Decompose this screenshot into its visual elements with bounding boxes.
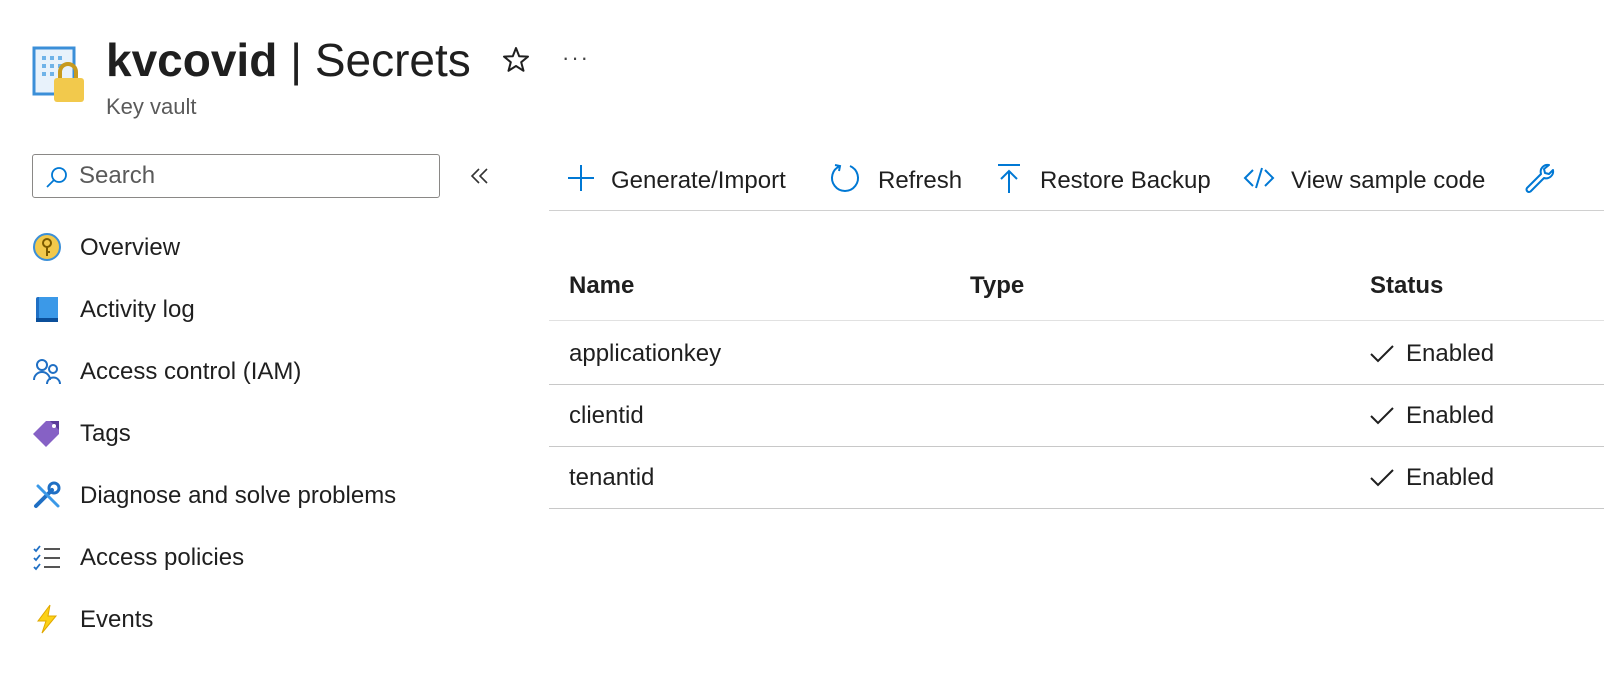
- sidebar-item-access-control[interactable]: Access control (IAM): [0, 346, 530, 396]
- sidebar-item-overview[interactable]: Overview: [0, 222, 530, 272]
- lightning-icon: [37, 604, 58, 634]
- table-row[interactable]: clientid Enabled: [549, 384, 1604, 447]
- generate-import-label: Generate/Import: [611, 167, 786, 194]
- search-box[interactable]: [32, 154, 440, 198]
- table-header: Name Type Status: [549, 258, 1604, 321]
- code-icon: [1243, 167, 1275, 189]
- secret-name[interactable]: tenantid: [569, 464, 654, 492]
- sidebar-item-label: Tags: [80, 420, 131, 447]
- upload-arrow-icon: [998, 164, 1020, 193]
- view-sample-code-label: View sample code: [1291, 167, 1486, 194]
- refresh-label: Refresh: [878, 167, 963, 194]
- page-title: kvcovid | Secrets: [106, 30, 471, 90]
- key-vault-secrets-page: kvcovid | Secrets Key vault ··· Overview: [0, 0, 1604, 688]
- checklist-icon: [33, 545, 60, 571]
- search-icon: [46, 167, 67, 188]
- table-row[interactable]: applicationkey Enabled: [549, 322, 1604, 385]
- column-header-type[interactable]: Type: [970, 272, 1024, 300]
- table-row[interactable]: tenantid Enabled: [549, 446, 1604, 509]
- sidebar-item-activity-log[interactable]: Activity log: [0, 284, 530, 334]
- sidebar-item-label: Events: [80, 606, 154, 633]
- resource-type: Key vault: [106, 94, 197, 119]
- overview-key-icon: [33, 233, 61, 261]
- page-name: Secrets: [314, 34, 471, 86]
- sidebar-item-access-policies[interactable]: Access policies: [0, 532, 530, 582]
- column-header-status[interactable]: Status: [1370, 272, 1443, 300]
- wrench-icon: [1525, 163, 1555, 193]
- restore-backup-button[interactable]: Restore Backup: [993, 156, 1223, 198]
- sidebar-item-label: Access policies: [80, 544, 245, 571]
- key-vault-icon: [32, 46, 84, 102]
- sidebar-item-label: Overview: [80, 234, 181, 261]
- secret-name[interactable]: clientid: [569, 402, 644, 430]
- view-sample-code-button[interactable]: View sample code: [1243, 156, 1503, 198]
- favorite-star-icon[interactable]: [498, 42, 534, 78]
- refresh-icon: [831, 164, 859, 192]
- sidebar-item-events[interactable]: Events: [0, 594, 530, 644]
- more-options-icon[interactable]: ···: [562, 40, 596, 76]
- search-input[interactable]: [79, 161, 429, 191]
- plus-icon: [568, 165, 594, 191]
- secret-status: Enabled: [1406, 340, 1495, 367]
- title-separator: |: [277, 34, 315, 86]
- resource-name: kvcovid: [106, 34, 278, 86]
- generate-import-button[interactable]: Generate/Import: [565, 156, 805, 198]
- column-header-name[interactable]: Name: [569, 272, 634, 300]
- secret-status: Enabled: [1406, 464, 1495, 491]
- command-bar: Generate/Import Refresh Restore Backup V…: [549, 150, 1604, 211]
- sidebar-item-label: Access control (IAM): [80, 358, 302, 385]
- checkmark-icon: [1370, 407, 1394, 425]
- activity-log-icon: [36, 297, 58, 322]
- checkmark-icon: [1370, 345, 1394, 363]
- settings-wrench-button[interactable]: [1523, 156, 1563, 198]
- refresh-button[interactable]: Refresh: [829, 156, 969, 198]
- sidebar-item-label: Activity log: [80, 296, 195, 323]
- collapse-sidebar-icon[interactable]: [466, 162, 494, 190]
- secret-status: Enabled: [1406, 402, 1495, 429]
- sidebar-item-label: Diagnose and solve problems: [80, 482, 397, 509]
- restore-backup-label: Restore Backup: [1040, 167, 1211, 194]
- secret-name[interactable]: applicationkey: [569, 340, 721, 368]
- people-icon: [33, 359, 61, 385]
- checkmark-icon: [1370, 469, 1394, 487]
- wrench-icon: [34, 481, 61, 508]
- sidebar-item-diagnose[interactable]: Diagnose and solve problems: [0, 470, 530, 520]
- sidebar-item-tags[interactable]: Tags: [0, 408, 530, 458]
- tag-icon: [33, 421, 59, 447]
